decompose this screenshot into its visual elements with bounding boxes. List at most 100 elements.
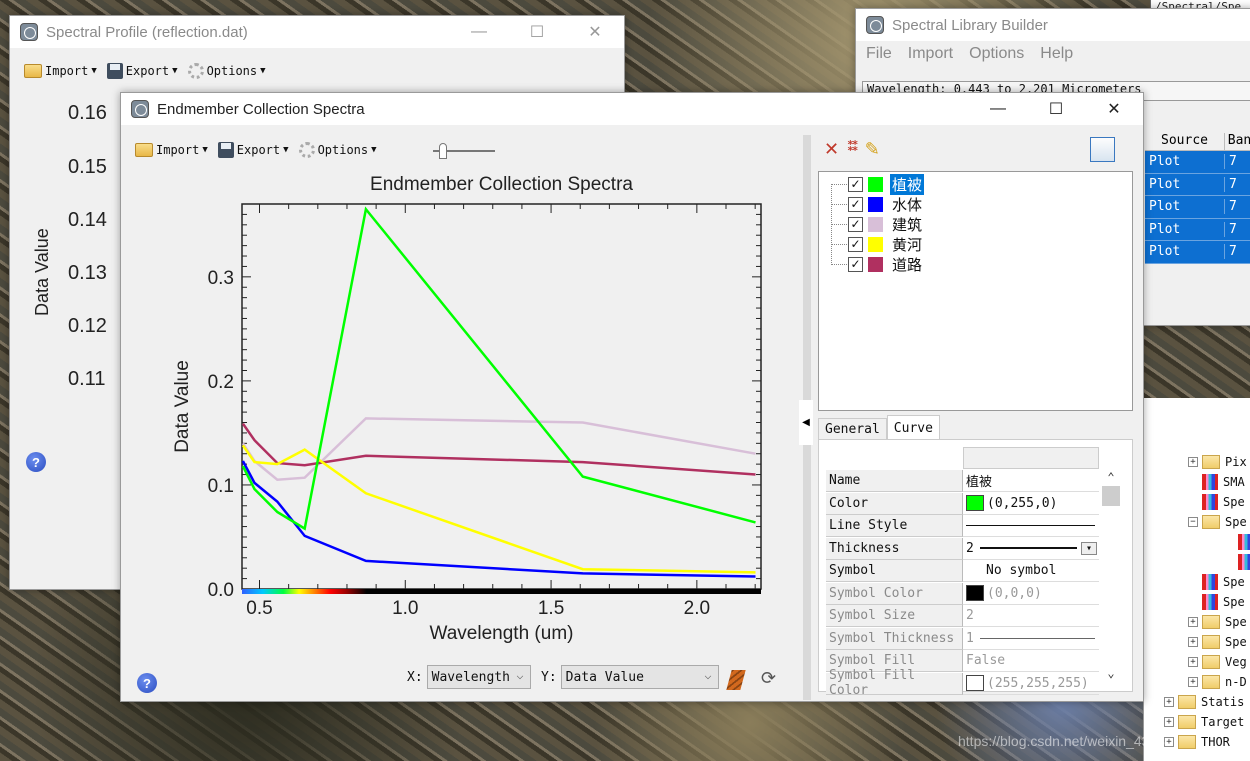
scroll-up-icon[interactable]: ⌃ bbox=[1102, 470, 1120, 484]
legend-item[interactable]: ✓ 黄河 bbox=[831, 234, 924, 254]
table-row[interactable]: Plot 7 bbox=[1145, 218, 1250, 241]
tree-item[interactable]: SMA bbox=[1188, 472, 1245, 492]
properties-scrollbar[interactable]: ⌃ ⌄ bbox=[1102, 470, 1120, 680]
tree-item-label: Spe bbox=[1223, 595, 1245, 609]
expand-icon[interactable]: + bbox=[1188, 617, 1198, 627]
property-row[interactable]: Name 植被 bbox=[826, 470, 1099, 492]
folder-icon bbox=[24, 64, 42, 78]
property-row[interactable]: Symbol Size 2 bbox=[826, 605, 1099, 627]
tree-item[interactable]: + Target bbox=[1164, 712, 1244, 732]
panel-splitter[interactable]: ◀ bbox=[799, 135, 813, 700]
maximize-button[interactable]: ☐ bbox=[1027, 93, 1085, 125]
tree-item[interactable]: + Veg bbox=[1188, 652, 1247, 672]
visibility-checkbox[interactable]: ✓ bbox=[848, 216, 863, 232]
property-row[interactable]: Symbol Fill Color (255,255,255) bbox=[826, 668, 1099, 698]
delete-all-icon[interactable]: ⁑⁑ bbox=[847, 139, 859, 160]
menu-options[interactable]: Options bbox=[969, 45, 1024, 63]
minimize-button[interactable]: — bbox=[450, 16, 508, 48]
visibility-checkbox[interactable]: ✓ bbox=[848, 256, 863, 272]
tree-item[interactable]: + Pix bbox=[1188, 452, 1247, 472]
delete-icon[interactable]: ✕ bbox=[824, 139, 839, 160]
options-menu[interactable]: Options ▼ bbox=[187, 63, 266, 79]
tree-item[interactable]: + Statis bbox=[1164, 692, 1244, 712]
tree-item[interactable]: − Spe bbox=[1188, 512, 1247, 532]
y-axis-dropdown[interactable]: Data Value ⌵ bbox=[560, 665, 719, 689]
expand-icon[interactable]: + bbox=[1164, 737, 1174, 747]
tree-item[interactable]: + Spe bbox=[1188, 612, 1247, 632]
column-header-bands[interactable]: Ban bbox=[1225, 133, 1250, 150]
help-icon[interactable]: ? bbox=[137, 673, 157, 693]
legend-item[interactable]: ✓ 水体 bbox=[831, 194, 924, 214]
legend-item[interactable]: ✓ 道路 bbox=[831, 254, 924, 274]
legend-item[interactable]: ✓ 植被 bbox=[831, 173, 925, 195]
property-value[interactable]: 2 bbox=[963, 605, 1099, 627]
collapse-icon[interactable]: − bbox=[1188, 517, 1198, 527]
profile-titlebar[interactable]: Spectral Profile (reflection.dat) — ☐ ✕ bbox=[10, 16, 624, 48]
property-row[interactable]: Symbol Thickness 1 bbox=[826, 627, 1099, 650]
edit-icon[interactable]: ✎ bbox=[865, 139, 880, 160]
property-value[interactable]: (255,255,255) bbox=[963, 673, 1099, 695]
property-value[interactable]: (0,255,0) bbox=[963, 493, 1099, 515]
table-row[interactable]: Plot 7 bbox=[1145, 241, 1250, 264]
visibility-checkbox[interactable]: ✓ bbox=[848, 196, 863, 212]
property-value[interactable]: 植被 bbox=[963, 470, 1099, 492]
visibility-checkbox[interactable]: ✓ bbox=[848, 176, 863, 192]
expand-icon[interactable]: + bbox=[1188, 677, 1198, 687]
property-row[interactable]: Symbol No symbol bbox=[826, 560, 1099, 582]
collapse-arrow-icon[interactable]: ◀ bbox=[799, 400, 813, 445]
tree-item[interactable]: + THOR bbox=[1164, 732, 1230, 752]
close-button[interactable]: ✕ bbox=[1085, 93, 1143, 125]
minimize-button[interactable]: — bbox=[969, 93, 1027, 125]
menu-import[interactable]: Import bbox=[908, 45, 953, 63]
expand-icon[interactable]: + bbox=[1164, 697, 1174, 707]
property-row[interactable]: Line Style bbox=[826, 515, 1099, 537]
property-value[interactable] bbox=[963, 515, 1099, 537]
x-axis-dropdown[interactable]: Wavelength ⌵ bbox=[426, 665, 531, 689]
export-menu[interactable]: Export ▼ bbox=[106, 63, 178, 79]
property-row[interactable]: Color (0,255,0) bbox=[826, 492, 1099, 515]
tree-item[interactable]: + n-D bbox=[1188, 672, 1247, 692]
legend-label: 黄河 bbox=[892, 236, 923, 254]
scroll-thumb[interactable] bbox=[1102, 486, 1120, 506]
import-menu[interactable]: Import ▼ bbox=[24, 64, 97, 78]
property-value[interactable]: False bbox=[963, 650, 1099, 672]
dropdown-arrow-icon[interactable]: ▾ bbox=[1081, 541, 1097, 555]
stretch-icon[interactable] bbox=[726, 670, 746, 690]
property-row[interactable]: Thickness 2 ▾ bbox=[826, 537, 1099, 560]
menu-file[interactable]: File bbox=[866, 45, 892, 63]
spectral-tool-icon bbox=[1202, 594, 1218, 610]
menu-help[interactable]: Help bbox=[1040, 45, 1073, 63]
tree-item[interactable] bbox=[1224, 532, 1250, 552]
tree-item[interactable] bbox=[1224, 552, 1250, 572]
property-row[interactable]: Symbol Color (0,0,0) bbox=[826, 582, 1099, 605]
properties-icon[interactable] bbox=[1090, 137, 1115, 162]
expand-icon[interactable]: + bbox=[1188, 457, 1198, 467]
visibility-checkbox[interactable]: ✓ bbox=[848, 236, 863, 252]
tree-item[interactable]: Spe bbox=[1188, 592, 1245, 612]
column-header-source[interactable]: Source bbox=[1145, 133, 1225, 150]
tree-item[interactable]: + Spe bbox=[1188, 632, 1247, 652]
expand-icon[interactable]: + bbox=[1164, 717, 1174, 727]
maximize-button[interactable]: ☐ bbox=[508, 16, 566, 48]
property-value[interactable]: No symbol bbox=[963, 560, 1099, 582]
property-value[interactable]: 1 bbox=[963, 628, 1099, 650]
folder-icon bbox=[1178, 695, 1196, 709]
tab-curve[interactable]: Curve bbox=[886, 415, 940, 440]
table-row[interactable]: Plot 7 bbox=[1145, 196, 1250, 219]
expand-icon[interactable]: + bbox=[1188, 657, 1198, 667]
table-row[interactable]: Plot 7 bbox=[1145, 151, 1250, 174]
expand-icon[interactable]: + bbox=[1188, 637, 1198, 647]
scroll-down-icon[interactable]: ⌄ bbox=[1102, 666, 1120, 680]
tree-item[interactable]: Spe bbox=[1188, 572, 1245, 592]
tab-general[interactable]: General bbox=[818, 418, 887, 440]
table-row[interactable]: Plot 7 bbox=[1145, 173, 1250, 196]
close-button[interactable]: ✕ bbox=[566, 16, 624, 48]
help-icon[interactable]: ? bbox=[26, 452, 46, 472]
property-value[interactable]: 2 ▾ bbox=[963, 538, 1099, 560]
refresh-icon[interactable]: ⟳ bbox=[761, 668, 776, 689]
tree-connector bbox=[831, 183, 847, 185]
legend-item[interactable]: ✓ 建筑 bbox=[831, 214, 924, 234]
property-value[interactable]: (0,0,0) bbox=[963, 583, 1099, 605]
library-titlebar[interactable]: Spectral Library Builder bbox=[856, 9, 1250, 41]
tree-item[interactable]: Spe bbox=[1188, 492, 1245, 512]
